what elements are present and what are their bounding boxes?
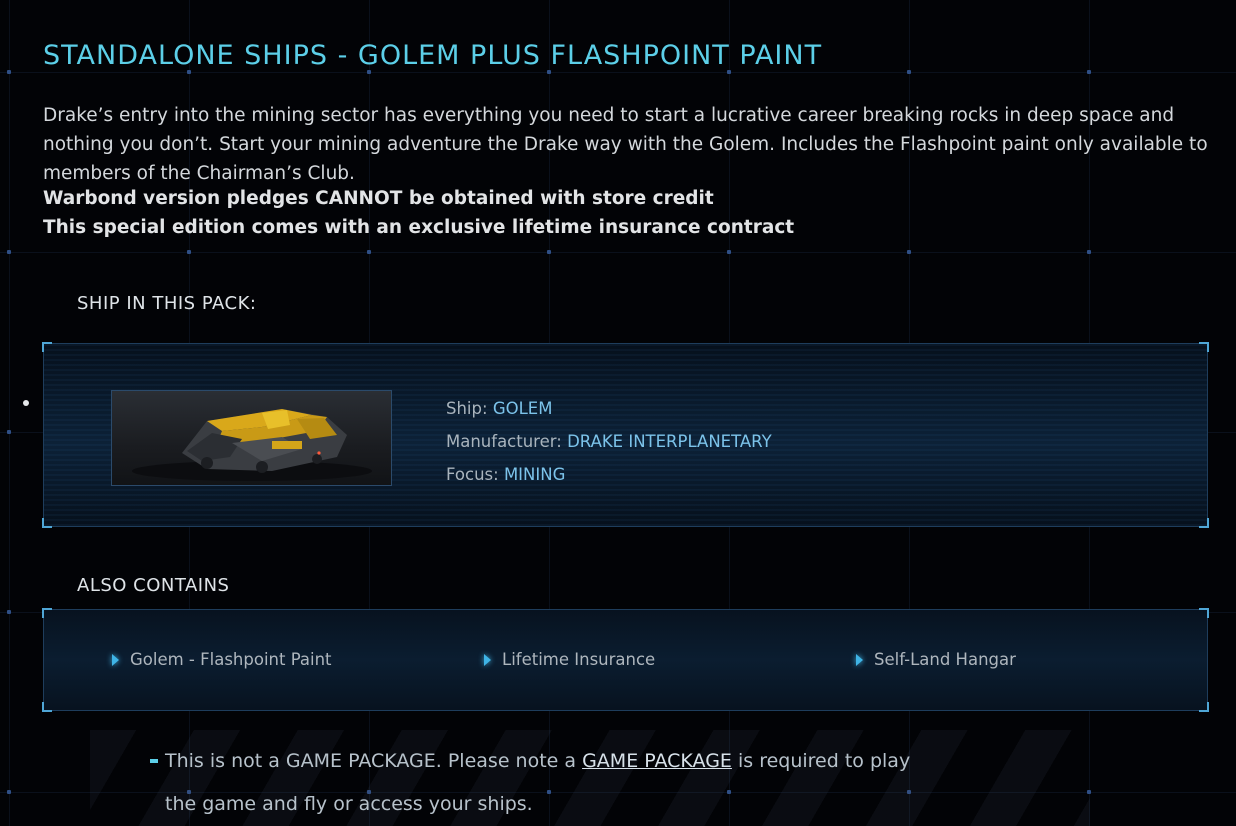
grid-dot (7, 70, 11, 74)
also-contains-heading: ALSO CONTAINS (77, 575, 230, 596)
grid-dot (727, 250, 731, 254)
note-bullet-icon (150, 759, 158, 763)
ship-name-row: Ship: GOLEM (446, 399, 553, 418)
grid-dot (7, 610, 11, 614)
grid-dot (1087, 70, 1091, 74)
ship-section-heading: SHIP IN THIS PACK: (77, 293, 257, 314)
page-title: STANDALONE SHIPS - GOLEM PLUS FLASHPOINT… (43, 40, 823, 71)
focus-row: Focus: MINING (446, 465, 566, 484)
corner-bracket (1199, 702, 1209, 712)
grid-dot (7, 430, 11, 434)
game-package-note: This is not a GAME PACKAGE. Please note … (150, 740, 945, 826)
grid-dot (907, 70, 911, 74)
pack-description: Drake’s entry into the mining sector has… (43, 105, 1208, 184)
corner-bracket (42, 342, 52, 352)
manufacturer-name: DRAKE INTERPLANETARY (567, 432, 772, 451)
also-contains-card: Golem - Flashpoint Paint Lifetime Insura… (42, 608, 1209, 712)
triangle-bullet-icon (484, 654, 491, 666)
corner-bracket (1199, 342, 1209, 352)
warbond-notice: Warbond version pledges CANNOT be obtain… (43, 188, 714, 209)
corner-bracket (42, 608, 52, 618)
grid-dot (547, 250, 551, 254)
list-bullet (23, 400, 29, 406)
grid-dot (187, 250, 191, 254)
ship-image[interactable] (111, 390, 392, 486)
contains-item: Golem - Flashpoint Paint (112, 650, 332, 669)
corner-bracket (42, 518, 52, 528)
grid-dot (7, 790, 11, 794)
ship-details: Ship: GOLEM Manufacturer: DRAKE INTERPLA… (446, 392, 772, 491)
triangle-bullet-icon (856, 654, 863, 666)
ship-name: GOLEM (492, 399, 553, 418)
contains-item: Self-Land Hangar (856, 650, 1016, 669)
grid-dot (1087, 250, 1091, 254)
manufacturer-row: Manufacturer: DRAKE INTERPLANETARY (446, 432, 772, 451)
game-package-link[interactable]: GAME PACKAGE (582, 750, 732, 772)
ship-card: Ship: GOLEM Manufacturer: DRAKE INTERPLA… (42, 342, 1209, 528)
grid-dot (907, 250, 911, 254)
grid-dot (7, 250, 11, 254)
grid-dot (367, 250, 371, 254)
triangle-bullet-icon (112, 654, 119, 666)
corner-bracket (1199, 608, 1209, 618)
contains-item: Lifetime Insurance (484, 650, 655, 669)
focus-value: MINING (503, 465, 566, 484)
corner-bracket (1199, 518, 1209, 528)
corner-bracket (42, 702, 52, 712)
insurance-notice: This special edition comes with an exclu… (43, 217, 795, 238)
golem-ship-illustration (132, 409, 372, 481)
